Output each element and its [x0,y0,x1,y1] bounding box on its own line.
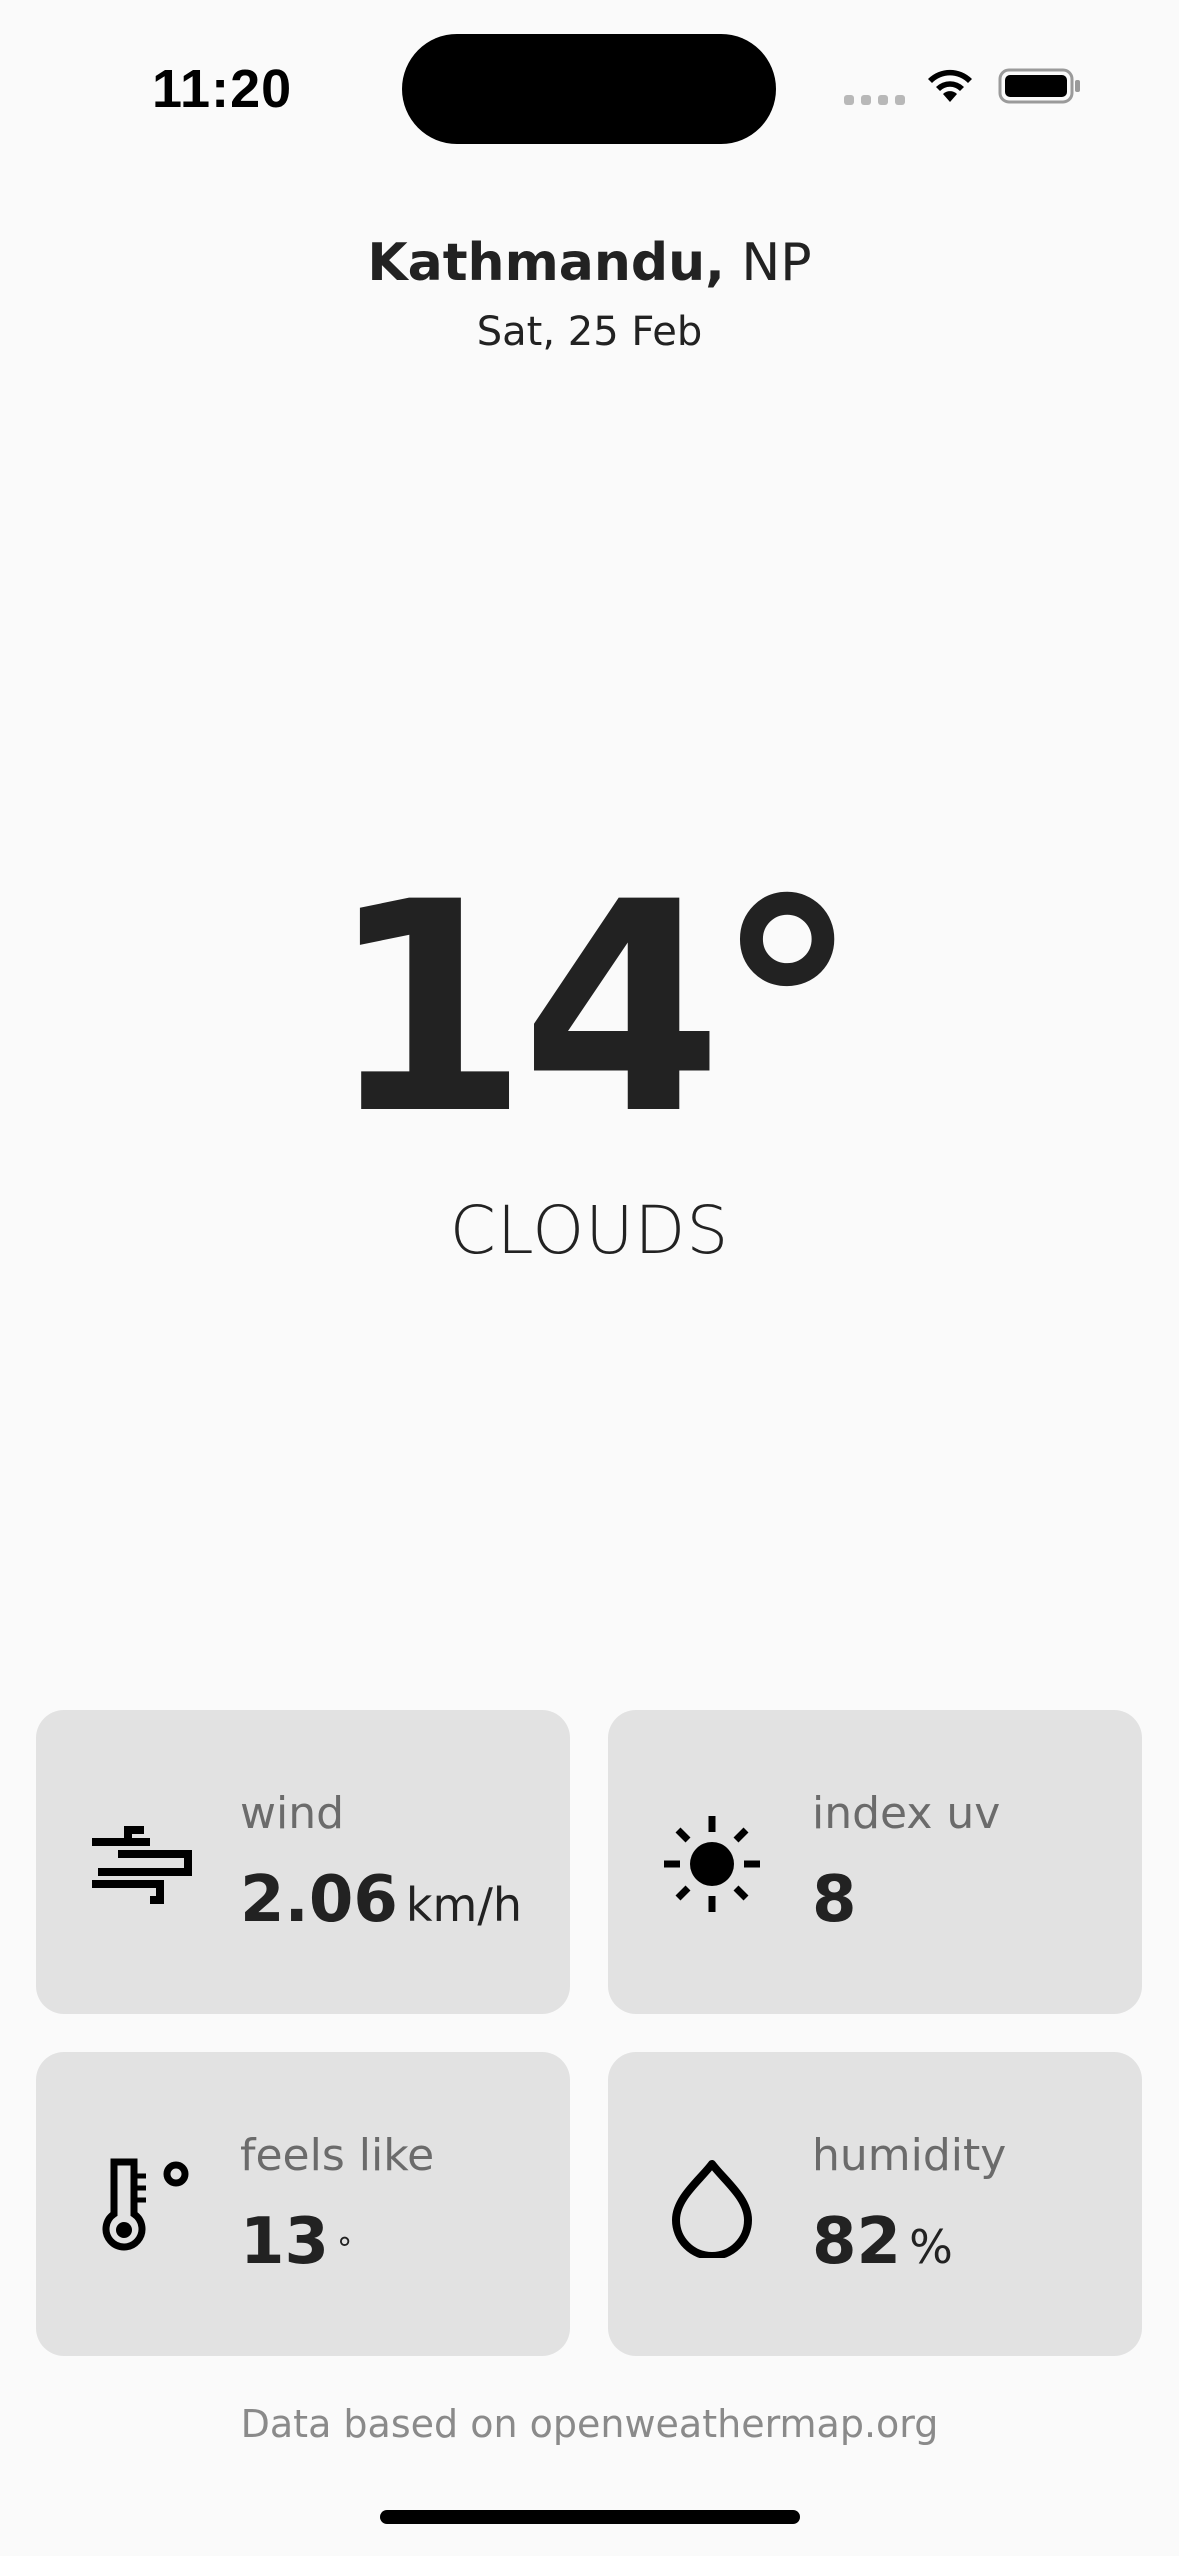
weather-condition: CLOUDS [449,1192,730,1269]
temperature-value: 14° [327,841,860,1178]
humidity-percentage: 82 [812,2205,902,2279]
feels-like-value: 13 ° [240,2202,352,2282]
status-bar: 11:20 [0,0,1179,160]
status-time: 11:20 [152,59,293,119]
feels-like-temperature: 13 [240,2205,330,2279]
humidity-value: 82% [812,2202,953,2287]
wind-speed: 2.06 [240,1863,398,1937]
droplet-icon [672,2160,752,2258]
feels-like-unit: ° [337,2232,353,2267]
humidity-unit: % [909,2220,953,2274]
wind-value: 2.06 km/h [240,1860,522,1945]
wind-card: wind 2.06 km/h [36,1710,570,2014]
city-name: Kathmandu, [367,233,725,293]
humidity-card: humidity 82% [608,2052,1142,2356]
current-date: Sat, 25 Feb [476,309,703,355]
wind-unit: km/h [405,1878,523,1932]
uv-index-label: index uv [812,1788,1001,1839]
home-indicator[interactable] [380,2510,800,2524]
feels-like-card: feels like 13 ° [36,2052,570,2356]
wind-label: wind [240,1788,345,1839]
wifi-icon [928,69,972,102]
battery-icon [998,68,1080,104]
uv-index-value: 8 [812,1863,857,1937]
wind-icon [92,1826,192,1904]
thermometer-icon [102,2158,189,2251]
uv-index-card: index uv 8 [608,1710,1142,2014]
country-code: NP [741,233,812,293]
humidity-label: humidity [812,2130,1007,2181]
cellular-signal-icon [844,95,905,105]
dynamic-island [402,34,776,144]
feels-like-label: feels like [240,2130,435,2181]
data-source-attribution: Data based on openweathermap.org [240,2402,939,2446]
location-title: Kathmandu, NP [0,228,1179,298]
sun-icon [664,1816,760,1912]
